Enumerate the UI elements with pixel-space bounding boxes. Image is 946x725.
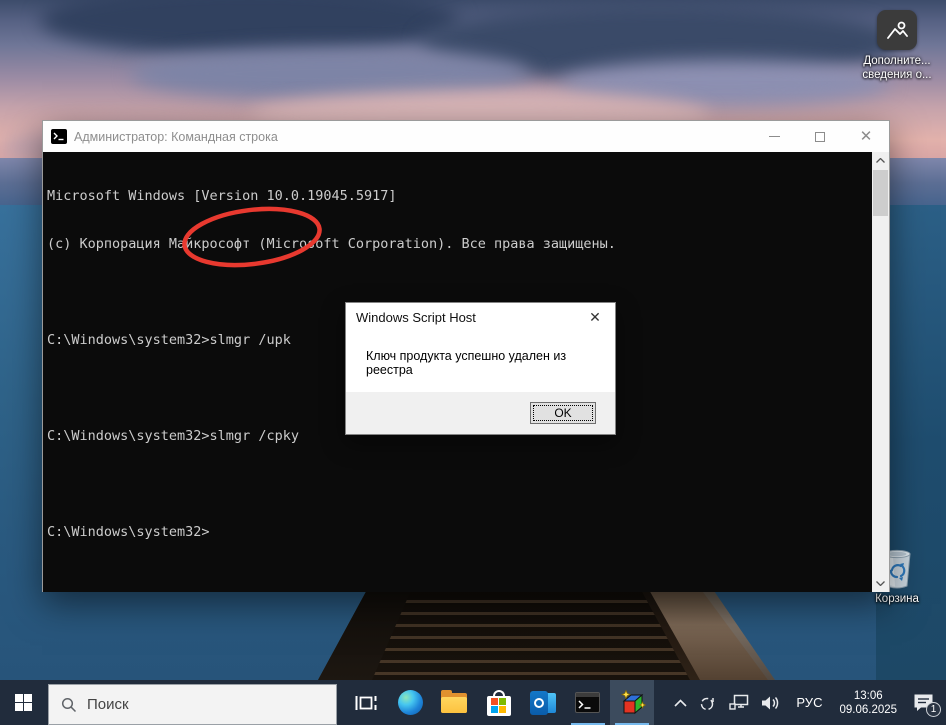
console-line: Microsoft Windows [Version 10.0.19045.59… (47, 188, 869, 204)
scroll-up-arrow[interactable] (872, 152, 889, 169)
tray-volume-button[interactable] (755, 680, 787, 725)
language-indicator[interactable]: РУС (787, 680, 831, 725)
cloud-shape (40, 0, 460, 55)
wsh-dialog: Windows Script Host ✕ Ключ продукта успе… (345, 302, 616, 435)
desktop-screen: Дополните... сведения о... (0, 0, 946, 725)
microsoft-store-icon (487, 690, 511, 716)
close-icon: ✕ (589, 309, 601, 326)
clock-time: 13:06 (839, 689, 897, 703)
tray-status-icon (699, 694, 717, 712)
minimize-button[interactable] (751, 121, 797, 152)
pier-planks (0, 588, 946, 680)
desktop-icon-label: сведения о... (853, 68, 941, 82)
desktop-icon-info-file[interactable]: Дополните... сведения о... (853, 10, 941, 82)
dialog-title: Windows Script Host (356, 310, 476, 325)
cmd-titlebar[interactable]: Администратор: Командная строка ✕ (43, 121, 889, 152)
scrollbar-thumb[interactable] (873, 170, 888, 216)
cmd-app-icon (51, 129, 67, 144)
network-icon (729, 694, 749, 711)
tray-chevron-button[interactable] (668, 680, 693, 725)
windows-logo-icon (15, 694, 32, 711)
start-button[interactable] (0, 680, 46, 725)
maximize-icon (815, 132, 825, 142)
wallpaper-pier (0, 588, 946, 680)
task-view-icon (355, 694, 377, 712)
outlook-icon (530, 691, 556, 715)
taskbar-activator-button[interactable] (610, 680, 654, 725)
chevron-up-icon (674, 699, 687, 707)
taskbar-explorer-button[interactable] (432, 680, 476, 725)
system-tray: РУС 13:06 09.06.2025 1 (668, 680, 946, 725)
scroll-down-arrow[interactable] (872, 575, 889, 592)
search-input[interactable] (87, 696, 307, 713)
taskbar-search[interactable] (48, 684, 337, 725)
console-line: (c) Корпорация Майкрософт (Microsoft Cor… (47, 236, 869, 252)
dialog-message: Ключ продукта успешно удален из реестра (366, 349, 615, 377)
file-explorer-icon (441, 693, 467, 713)
task-view-button[interactable] (343, 680, 387, 725)
cube-app-icon (618, 689, 646, 717)
taskbar-store-button[interactable] (477, 680, 521, 725)
taskbar: РУС 13:06 09.06.2025 1 (0, 680, 946, 725)
image-file-icon (877, 10, 917, 50)
volume-icon (761, 695, 781, 711)
desktop-icon-label: Дополните... (853, 54, 941, 68)
console-line (47, 476, 869, 492)
dialog-titlebar[interactable]: Windows Script Host ✕ (346, 303, 615, 332)
dialog-body: Ключ продукта успешно удален из реестра (346, 332, 615, 394)
search-icon (61, 697, 77, 713)
console-line: C:\Windows\system32> (47, 524, 869, 540)
taskbar-edge-button[interactable] (388, 680, 432, 725)
taskbar-outlook-button[interactable] (521, 680, 565, 725)
maximize-button[interactable] (797, 121, 843, 152)
ok-button[interactable]: OK (530, 402, 596, 424)
tray-network-button[interactable] (723, 680, 755, 725)
edge-icon (398, 690, 423, 715)
close-button[interactable]: ✕ (843, 121, 889, 152)
taskbar-clock[interactable]: 13:06 09.06.2025 (831, 680, 905, 725)
dialog-close-button[interactable]: ✕ (575, 303, 615, 332)
notification-center-button[interactable]: 1 (905, 680, 946, 725)
window-title: Администратор: Командная строка (74, 130, 278, 144)
notification-badge: 1 (926, 702, 941, 717)
minimize-icon (769, 136, 780, 137)
taskbar-cmd-button[interactable] (566, 680, 610, 725)
console-scrollbar[interactable] (872, 152, 889, 592)
desktop-icon-label: Корзина (853, 592, 941, 606)
dialog-footer: OK (346, 392, 615, 434)
clock-date: 09.06.2025 (839, 703, 897, 717)
close-icon: ✕ (860, 129, 873, 144)
console-line (47, 284, 869, 300)
cmd-icon (575, 692, 600, 713)
tray-status-button[interactable] (693, 680, 723, 725)
